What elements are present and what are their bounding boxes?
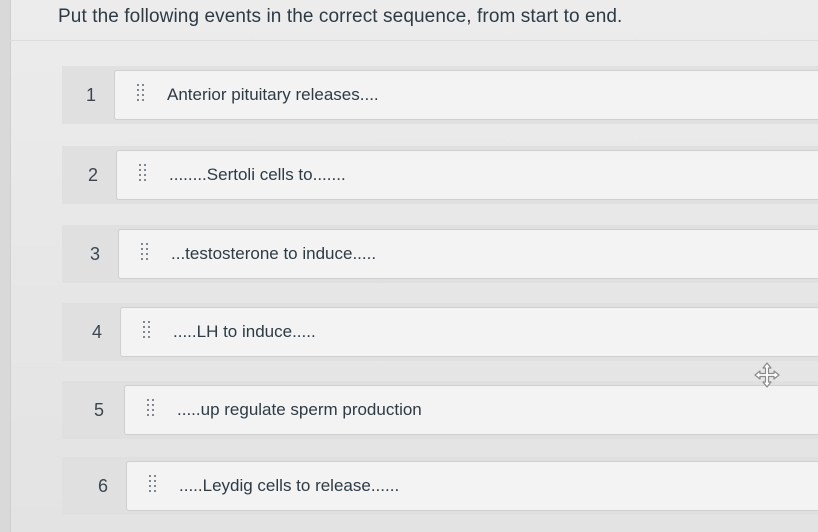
draggable-item[interactable]: ...testosterone to induce..... <box>118 229 818 279</box>
move-cursor-icon <box>754 362 780 388</box>
drag-handle-icon[interactable] <box>141 243 151 265</box>
drag-handle-icon[interactable] <box>143 321 153 343</box>
sequence-row-4: 4 .....LH to induce..... <box>62 303 818 361</box>
draggable-item[interactable]: .....up regulate sperm production <box>124 385 818 435</box>
item-label: ...testosterone to induce..... <box>171 244 377 263</box>
item-label: .....LH to induce..... <box>173 322 316 341</box>
draggable-item[interactable]: Anterior pituitary releases.... <box>114 70 818 120</box>
left-border <box>0 0 11 532</box>
sequence-row-6: 6 .....Leydig cells to release...... <box>62 457 818 515</box>
divider <box>10 40 818 41</box>
position-number: 4 <box>92 322 103 342</box>
position-number: 3 <box>90 244 101 264</box>
item-label: .....up regulate sperm production <box>177 400 422 419</box>
sequence-row-2: 2 ........Sertoli cells to....... <box>62 146 818 204</box>
draggable-item[interactable]: .....LH to induce..... <box>120 307 818 357</box>
ordering-question: Put the following events in the correct … <box>0 0 818 532</box>
sequence-row-5: 5 .....up regulate sperm production <box>62 381 818 439</box>
draggable-item[interactable]: .....Leydig cells to release...... <box>126 461 818 511</box>
drag-handle-icon[interactable] <box>137 84 147 106</box>
question-prompt: Put the following events in the correct … <box>58 6 623 27</box>
item-label: .....Leydig cells to release...... <box>179 476 400 495</box>
drag-handle-icon[interactable] <box>147 399 157 421</box>
drag-handle-icon[interactable] <box>139 164 149 186</box>
item-label: ........Sertoli cells to....... <box>169 165 346 184</box>
position-number: 2 <box>88 165 99 185</box>
sequence-row-1: 1 Anterior pituitary releases.... <box>62 66 818 124</box>
position-number: 6 <box>98 476 109 496</box>
position-number: 5 <box>94 400 105 420</box>
drag-handle-icon[interactable] <box>149 475 159 497</box>
item-label: Anterior pituitary releases.... <box>167 85 379 104</box>
draggable-item[interactable]: ........Sertoli cells to....... <box>116 150 818 200</box>
sequence-row-3: 3 ...testosterone to induce..... <box>62 225 818 283</box>
position-number: 1 <box>86 85 97 105</box>
